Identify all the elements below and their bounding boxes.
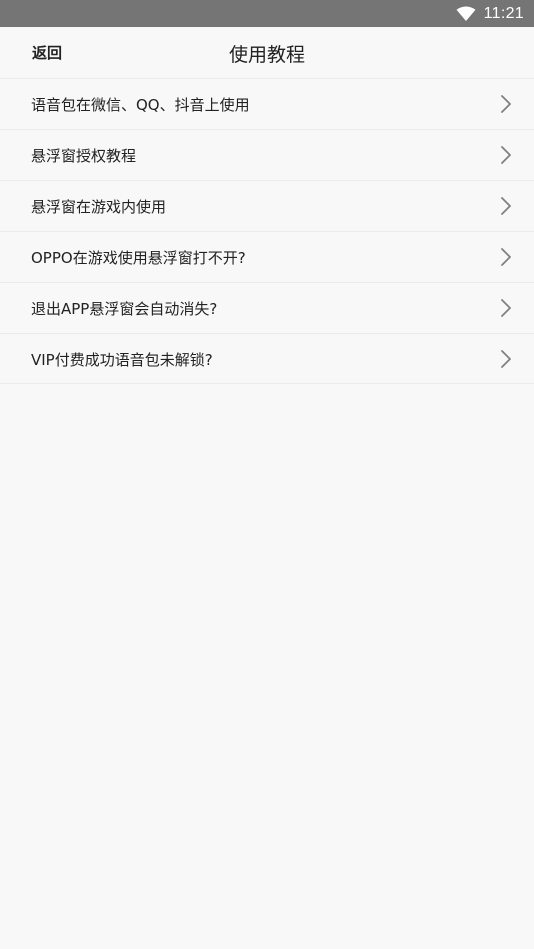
chevron-right-icon [501, 350, 511, 368]
chevron-right-icon [501, 197, 511, 215]
list-item[interactable]: 语音包在微信、QQ、抖音上使用 [0, 78, 534, 129]
chevron-right-icon [501, 299, 511, 317]
status-time: 11:21 [483, 4, 524, 22]
list-item-label: VIP付费成功语音包未解锁? [31, 351, 213, 369]
list-item[interactable]: 退出APP悬浮窗会自动消失? [0, 282, 534, 333]
list-item[interactable]: 悬浮窗在游戏内使用 [0, 180, 534, 231]
chevron-right-icon [501, 248, 511, 266]
chevron-right-icon [501, 146, 511, 164]
chevron-right-icon [501, 95, 511, 113]
list-item-label: 悬浮窗授权教程 [31, 147, 137, 165]
list-item[interactable]: 悬浮窗授权教程 [0, 129, 534, 180]
status-bar: 11:21 [0, 0, 534, 27]
list-item-label: 退出APP悬浮窗会自动消失? [31, 300, 218, 318]
wifi-icon [456, 6, 476, 22]
list-item-label: OPPO在游戏使用悬浮窗打不开? [31, 249, 246, 267]
list-item[interactable]: VIP付费成功语音包未解锁? [0, 333, 534, 384]
page-title: 使用教程 [228, 44, 305, 66]
tutorial-list: 语音包在微信、QQ、抖音上使用 悬浮窗授权教程 悬浮窗在游戏内使用 OPPO在游… [0, 78, 534, 384]
list-item[interactable]: OPPO在游戏使用悬浮窗打不开? [0, 231, 534, 282]
header: 返回 使用教程 [0, 27, 534, 78]
list-item-label: 悬浮窗在游戏内使用 [31, 198, 167, 216]
list-item-label: 语音包在微信、QQ、抖音上使用 [31, 96, 250, 114]
